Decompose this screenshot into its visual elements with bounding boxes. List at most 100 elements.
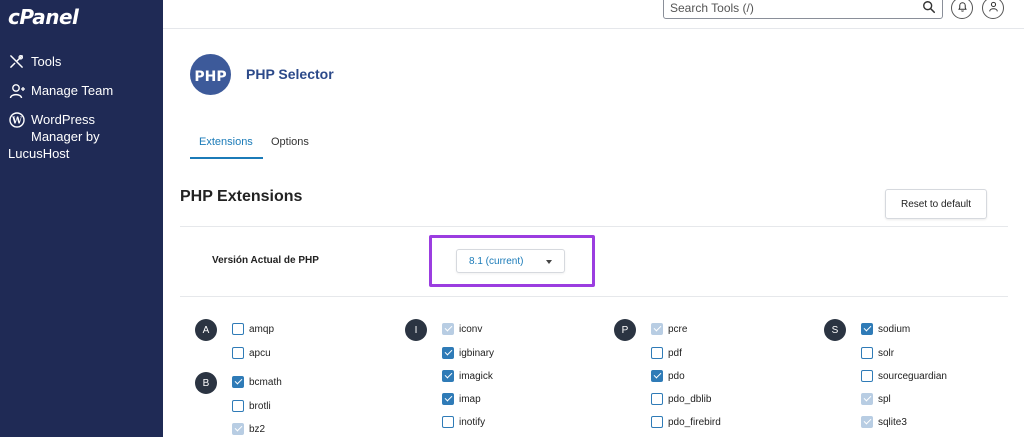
sidebar-item-label: Tools [31, 54, 62, 69]
sidebar-item-label: Manager by [31, 129, 100, 144]
extension-label: sodium [878, 323, 911, 335]
user-menu-button[interactable] [982, 0, 1004, 19]
checkbox[interactable] [651, 347, 663, 359]
checkmark-icon [444, 347, 452, 356]
extension-label: brotli [249, 400, 271, 412]
extension-label: pcre [668, 323, 688, 335]
checkbox[interactable] [861, 370, 873, 382]
notifications-button[interactable] [951, 0, 973, 19]
extension-label: iconv [459, 323, 483, 335]
extension-item[interactable]: pdo_firebird [651, 415, 721, 429]
checkbox[interactable] [861, 416, 873, 428]
search-placeholder: Search Tools (/) [670, 1, 754, 15]
extension-item[interactable]: inotify [442, 415, 485, 429]
group-letter-p: P [614, 319, 636, 341]
extension-item[interactable]: pdo [651, 369, 685, 383]
chevron-down-icon [546, 260, 552, 264]
extension-item[interactable]: pcre [651, 322, 687, 336]
php-version-value: 8.1 (current) [469, 256, 524, 267]
sidebar-item-label: WordPress [31, 112, 96, 127]
checkbox[interactable] [651, 323, 663, 335]
sidebar-item-tools[interactable]: Tools [8, 53, 61, 70]
divider [180, 226, 1008, 227]
checkmark-icon [653, 323, 661, 332]
extension-label: bz2 [249, 423, 266, 435]
group-letter-i: I [405, 319, 427, 341]
checkmark-icon [863, 393, 871, 402]
extension-item[interactable]: iconv [442, 322, 482, 336]
extension-item[interactable]: igbinary [442, 346, 494, 360]
extension-label: imap [459, 393, 481, 405]
checkbox[interactable] [232, 400, 244, 412]
checkmark-icon [863, 323, 871, 332]
divider [180, 296, 1008, 297]
tools-icon [8, 53, 25, 70]
checkbox[interactable] [861, 393, 873, 405]
checkbox[interactable] [442, 393, 454, 405]
checkmark-icon [444, 323, 452, 332]
extension-item[interactable]: bz2 [232, 422, 265, 436]
topbar: Search Tools (/) [163, 0, 1024, 29]
checkmark-icon [653, 370, 661, 379]
php-logo-text: PHP [194, 68, 227, 85]
extension-label: pdo_firebird [668, 416, 721, 428]
extension-label: sourceguardian [878, 370, 947, 382]
checkmark-icon [444, 370, 452, 379]
user-plus-icon [8, 82, 25, 99]
checkbox[interactable] [232, 423, 244, 435]
php-logo: PHP [190, 54, 231, 95]
php-version-select[interactable]: 8.1 (current) [456, 249, 565, 273]
group-letter-b: B [195, 372, 217, 394]
extension-item[interactable]: brotli [232, 399, 271, 413]
extension-item[interactable]: apcu [232, 346, 271, 360]
extension-label: spl [878, 393, 891, 405]
checkbox[interactable] [651, 393, 663, 405]
extension-item[interactable]: sourceguardian [861, 369, 947, 383]
cpanel-logo[interactable]: cPanel [8, 5, 79, 29]
extension-item[interactable]: pdf [651, 346, 682, 360]
extension-item[interactable]: imagick [442, 369, 493, 383]
extension-item[interactable]: spl [861, 392, 891, 406]
checkbox[interactable] [232, 347, 244, 359]
extension-item[interactable]: amqp [232, 322, 274, 336]
extension-item[interactable]: bcmath [232, 375, 282, 389]
extension-label: sqlite3 [878, 416, 907, 428]
checkbox[interactable] [651, 370, 663, 382]
search-icon[interactable] [922, 0, 938, 16]
checkbox[interactable] [861, 323, 873, 335]
checkbox[interactable] [232, 323, 244, 335]
checkbox[interactable] [651, 416, 663, 428]
checkmark-icon [234, 423, 242, 432]
extension-item[interactable]: sodium [861, 322, 910, 336]
extension-label: inotify [459, 416, 486, 428]
sidebar-item-manage-team[interactable]: Manage Team [8, 82, 113, 99]
checkbox[interactable] [442, 347, 454, 359]
checkmark-icon [234, 376, 242, 385]
extension-label: bcmath [249, 376, 282, 388]
active-tab-indicator [190, 157, 263, 159]
user-icon [988, 0, 999, 17]
php-version-label: Versión Actual de PHP [212, 255, 319, 266]
sidebar-item-label: LucusHost [8, 146, 70, 161]
page-title: PHP Selector [246, 66, 334, 82]
checkbox[interactable] [442, 370, 454, 382]
extension-item[interactable]: pdo_dblib [651, 392, 711, 406]
extension-label: pdf [668, 347, 682, 359]
search-input[interactable]: Search Tools (/) [663, 0, 943, 19]
sidebar: cPanel Tools Manage Team W WordPress Man… [0, 0, 163, 437]
sidebar-item-label: Manage Team [31, 83, 114, 98]
checkbox[interactable] [442, 416, 454, 428]
extension-item[interactable]: imap [442, 392, 481, 406]
reset-to-default-button[interactable]: Reset to default [885, 189, 987, 219]
tab-options[interactable]: Options [271, 136, 309, 148]
checkbox[interactable] [442, 323, 454, 335]
extension-item[interactable]: sqlite3 [861, 415, 907, 429]
checkmark-icon [863, 416, 871, 425]
extension-item[interactable]: solr [861, 346, 894, 360]
sidebar-item-wordpress-manager[interactable]: WordPress Manager by LucusHost [8, 111, 158, 162]
bell-icon [957, 0, 968, 17]
extension-label: apcu [249, 347, 271, 359]
checkbox[interactable] [861, 347, 873, 359]
checkbox[interactable] [232, 376, 244, 388]
tab-extensions[interactable]: Extensions [199, 136, 253, 148]
